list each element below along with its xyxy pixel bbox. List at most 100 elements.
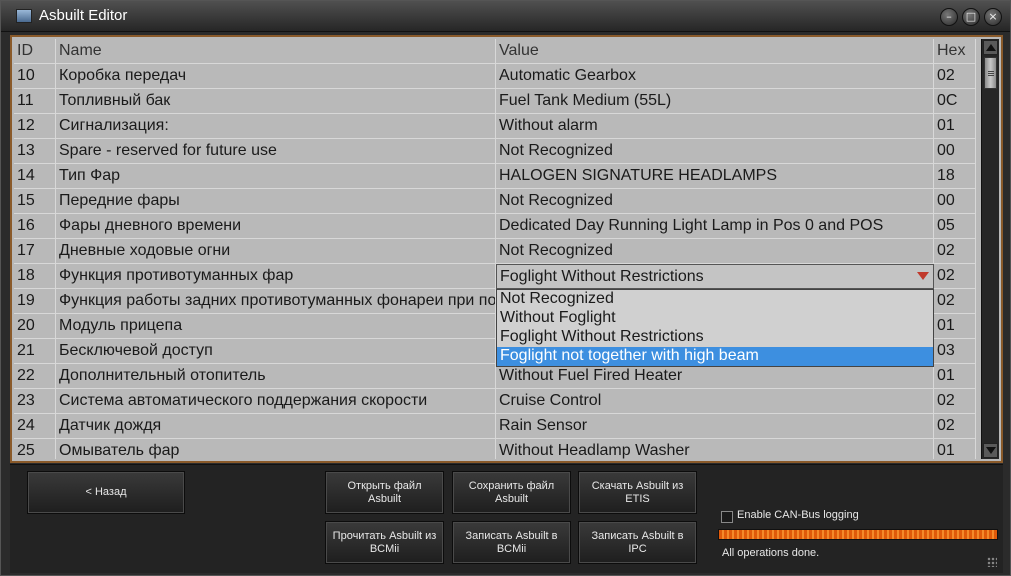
row-hex-cell: 18 [934,164,976,189]
combobox-value: Foglight Without Restrictions [500,268,704,285]
row-name-cell: Коробка передач [56,64,496,89]
scroll-thumb[interactable] [984,57,997,89]
row-id-cell: 18 [14,264,56,289]
row-id-cell: 19 [14,289,56,314]
progress-fill [719,530,997,539]
write-ipc-button[interactable]: Записать Asbuilt в IPC [578,521,697,564]
table-row[interactable]: 23 Система автоматического поддержания ск… [14,389,976,414]
read-bcmii-button[interactable]: Прочитать Asbuilt из BCMii [325,521,444,564]
bottom-panel: < Назад Открыть файл Asbuilt Сохранить ф… [10,464,1003,573]
row-hex-cell: 01 [934,364,976,389]
row-value-cell[interactable]: Not Recognized [496,189,934,214]
asbuilt-grid-frame: ID Name Value Hex 10 Коробка передач Autom… [10,35,1003,463]
table-row[interactable]: 12 Сигнализация: Without alarm 01 [14,114,976,139]
row-hex-cell: 01 [934,439,976,459]
dropdown-option[interactable]: Not Recognized [497,290,933,309]
row-hex-cell: 02 [934,64,976,89]
row-hex-cell: 02 [934,414,976,439]
row-id-cell: 15 [14,189,56,214]
dropdown-option[interactable]: Without Foglight [497,309,933,328]
row-id-cell: 21 [14,339,56,364]
grid-header: ID Name Value Hex [14,39,976,64]
table-row[interactable]: 25 Омыватель фар Without Headlamp Washer 01 [14,439,976,459]
row-hex-cell: 01 [934,314,976,339]
row-id-cell: 23 [14,389,56,414]
scroll-down-icon[interactable] [983,443,998,458]
maximize-icon[interactable]: □ [962,8,980,26]
dropdown-option[interactable]: Foglight not together with high beam [497,347,933,366]
row-name-cell: Дневные ходовые огни [56,239,496,264]
table-row[interactable]: 10 Коробка передач Automatic Gearbox 02 [14,64,976,89]
column-header-hex[interactable]: Hex [934,39,976,64]
row-value-cell[interactable]: Not Recognized [496,239,934,264]
row-name-cell: Функция работы задних противотуманных фо… [56,289,496,314]
row-id-cell: 24 [14,414,56,439]
row-name-cell: Spare - reserved for future use [56,139,496,164]
row-value-cell[interactable]: Not Recognized [496,139,934,164]
title-bar[interactable]: Asbuilt Editor – □ × [1,1,1010,32]
column-header-name[interactable]: Name [56,39,496,64]
row-hex-cell: 02 [934,264,976,289]
table-row[interactable]: 17 Дневные ходовые огни Not Recognized 02 [14,239,976,264]
row-value-cell[interactable]: Rain Sensor [496,414,934,439]
row-name-cell: Функция противотуманных фар [56,264,496,289]
row-value-cell[interactable]: Automatic Gearbox [496,64,934,89]
write-bcmii-button[interactable]: Записать Asbuilt в BCMii [452,521,571,564]
column-header-id[interactable]: ID [14,39,56,64]
row-hex-cell: 00 [934,139,976,164]
row-value-cell[interactable]: Without alarm [496,114,934,139]
column-header-value[interactable]: Value [496,39,934,64]
value-dropdown-list[interactable]: Not Recognized Without Foglight Foglight W… [496,289,934,367]
row-hex-cell: 00 [934,189,976,214]
close-icon[interactable]: × [984,8,1002,26]
row-name-cell: Топливный бак [56,89,496,114]
dropdown-option[interactable]: Foglight Without Restrictions [497,328,933,347]
row-id-cell: 25 [14,439,56,459]
table-row[interactable]: 14 Тип Фар HALOGEN SIGNATURE HEADLAMPS 18 [14,164,976,189]
table-row[interactable]: 13 Spare - reserved for future use Not Rec… [14,139,976,164]
can-logging-checkbox[interactable] [721,511,733,523]
row-hex-cell: 03 [934,339,976,364]
open-file-button[interactable]: Открыть файл Asbuilt [325,471,444,514]
row-id-cell: 14 [14,164,56,189]
row-id-cell: 20 [14,314,56,339]
back-button[interactable]: < Назад [27,471,185,514]
chevron-down-icon[interactable] [917,272,929,280]
scroll-up-icon[interactable] [983,40,998,55]
row-hex-cell: 02 [934,289,976,314]
can-logging-label[interactable]: Enable CAN-Bus logging [737,509,859,521]
table-row[interactable]: 24 Датчик дождя Rain Sensor 02 [14,414,976,439]
row-id-cell: 11 [14,89,56,114]
row-name-cell: Передние фары [56,189,496,214]
row-id-cell: 22 [14,364,56,389]
progress-bar [718,529,998,540]
row-name-cell: Тип Фар [56,164,496,189]
row-value-cell[interactable]: Without Headlamp Washer [496,439,934,459]
row-name-cell: Дополнительный отопитель [56,364,496,389]
status-text: All operations done. [722,547,820,559]
save-file-button[interactable]: Сохранить файл Asbuilt [452,471,571,514]
table-row[interactable]: 16 Фары дневного времени Dedicated Day Run… [14,214,976,239]
row-value-cell[interactable]: HALOGEN SIGNATURE HEADLAMPS [496,164,934,189]
row-name-cell: Омыватель фар [56,439,496,459]
resize-grip-icon[interactable] [987,557,997,567]
table-row[interactable]: 11 Топливный бак Fuel Tank Medium (55L) 0C [14,89,976,114]
table-row[interactable]: 15 Передние фары Not Recognized 00 [14,189,976,214]
minimize-icon[interactable]: – [940,8,958,26]
row-value-cell[interactable]: Fuel Tank Medium (55L) [496,89,934,114]
download-etis-button[interactable]: Скачать Asbuilt из ETIS [578,471,697,514]
row-name-cell: Бесключевой доступ [56,339,496,364]
row-value-cell[interactable]: Cruise Control [496,389,934,414]
row-hex-cell: 02 [934,239,976,264]
row-id-cell: 17 [14,239,56,264]
value-combobox[interactable]: Foglight Without Restrictions [496,264,934,289]
row-name-cell: Фары дневного времени [56,214,496,239]
app-icon [16,9,32,23]
row-value-cell[interactable]: Dedicated Day Running Light Lamp in Pos … [496,214,934,239]
table-row[interactable]: 22 Дополнительный отопитель Without Fuel F… [14,364,976,389]
row-name-cell: Модуль прицепа [56,314,496,339]
grid-vertical-scrollbar[interactable] [981,39,999,459]
table-row[interactable]: 18Функция противотуманных фарFoglight Wi… [14,264,976,289]
row-hex-cell: 01 [934,114,976,139]
row-value-cell[interactable]: Without Fuel Fired Heater [496,364,934,389]
